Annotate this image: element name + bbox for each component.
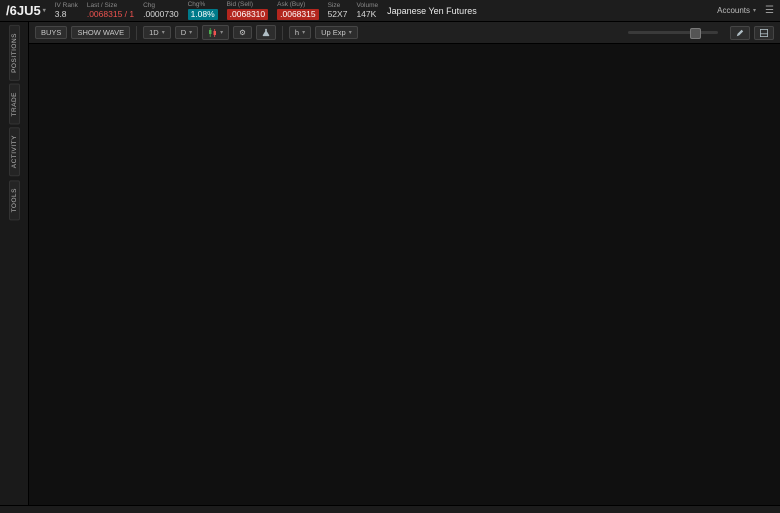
chart-style-dropdown[interactable]: ▾ xyxy=(202,25,229,40)
menu-icon[interactable]: ☰ xyxy=(765,5,774,16)
quote-header: /6JU5 ▾ IV Rank 3.8 Last / Size .0068315… xyxy=(0,0,780,22)
aggregation-dropdown[interactable]: D▾ xyxy=(175,26,198,40)
pattern-dropdown[interactable]: Up Exp▾ xyxy=(315,26,358,40)
panels-button[interactable] xyxy=(754,26,774,40)
size-field: Size 52X7 xyxy=(328,3,348,19)
chevron-down-icon: ▾ xyxy=(220,30,223,36)
range-dropdown[interactable]: 1D▾ xyxy=(143,26,171,40)
draw-button[interactable] xyxy=(730,26,750,40)
price-chart-canvas[interactable] xyxy=(29,44,780,505)
candlestick-icon xyxy=(208,28,217,37)
left-sidebar: POSITIONS TRADE ACTIVITY TOOLS xyxy=(0,22,29,505)
volume-field: Volume 147K xyxy=(356,3,378,19)
iv-rank-field: IV Rank 3.8 xyxy=(55,3,78,19)
chevron-down-icon: ▾ xyxy=(753,7,756,14)
slider-thumb[interactable] xyxy=(690,28,701,39)
settings-button[interactable]: ⚙ xyxy=(233,26,252,40)
gear-icon: ⚙ xyxy=(239,29,246,37)
chart-panel xyxy=(29,44,780,505)
show-wave-button[interactable]: SHOW WAVE xyxy=(71,26,130,40)
sidebar-tab-trade[interactable]: TRADE xyxy=(9,84,20,125)
flask-icon xyxy=(262,28,270,37)
sidebar-tab-tools[interactable]: TOOLS xyxy=(9,180,20,220)
chg-pct-badge: 1.08% xyxy=(188,9,218,20)
buys-button[interactable]: BUYS xyxy=(35,26,67,40)
chevron-down-icon: ▾ xyxy=(43,7,46,14)
main-area: POSITIONS TRADE ACTIVITY TOOLS BUYS SHOW… xyxy=(0,22,780,505)
chevron-down-icon: ▾ xyxy=(162,30,165,36)
toolbar-divider xyxy=(136,26,137,40)
chg-pct-field: Chg% 1.08% xyxy=(188,2,218,20)
drawing-tool-dropdown[interactable]: h▾ xyxy=(289,26,311,40)
instrument-description: Japanese Yen Futures xyxy=(387,6,477,16)
studies-button[interactable] xyxy=(256,25,276,40)
pencil-icon xyxy=(736,29,744,37)
symbol-selector[interactable]: /6JU5 ▾ xyxy=(6,3,46,18)
sidebar-tab-positions[interactable]: POSITIONS xyxy=(9,25,20,81)
bid-button[interactable]: .0068310 xyxy=(227,9,268,20)
chart-content: BUYS SHOW WAVE 1D▾ D▾ ▾ ⚙ h▾ Up Exp▾ xyxy=(29,22,780,505)
symbol-text: /6JU5 xyxy=(6,3,41,18)
sidebar-tab-activity[interactable]: ACTIVITY xyxy=(9,127,20,176)
accounts-menu[interactable]: Accounts ▾ xyxy=(717,6,756,15)
bottom-status-bar xyxy=(0,505,780,513)
chevron-down-icon: ▾ xyxy=(349,30,352,36)
chg-field: Chg .0000730 xyxy=(143,3,178,19)
last-size-field: Last / Size .0068315 / 1 xyxy=(87,3,134,19)
bid-field: Bid (Sell) .0068310 xyxy=(227,2,268,20)
ask-button[interactable]: .0068315 xyxy=(277,9,318,20)
layout-icon xyxy=(760,29,768,37)
time-zoom-slider[interactable] xyxy=(628,31,718,34)
trading-platform-window: /6JU5 ▾ IV Rank 3.8 Last / Size .0068315… xyxy=(0,0,780,513)
chevron-down-icon: ▾ xyxy=(302,30,305,36)
chart-toolbar: BUYS SHOW WAVE 1D▾ D▾ ▾ ⚙ h▾ Up Exp▾ xyxy=(29,22,780,44)
chevron-down-icon: ▾ xyxy=(189,30,192,36)
toolbar-divider xyxy=(282,26,283,40)
ask-field: Ask (Buy) .0068315 xyxy=(277,2,318,20)
